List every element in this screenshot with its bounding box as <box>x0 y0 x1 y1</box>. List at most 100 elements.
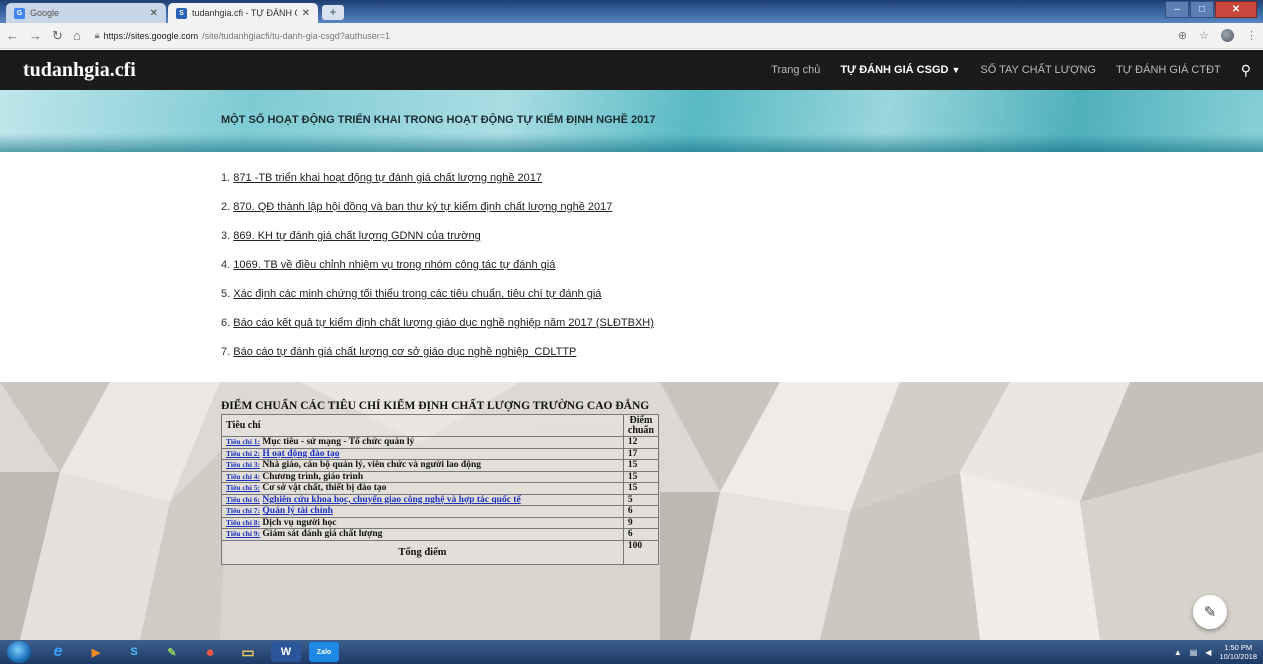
start-button[interactable] <box>7 641 31 663</box>
table-header-row: Tiêu chí Điểm chuẩn <box>221 414 660 437</box>
maximize-button[interactable]: □ <box>1190 1 1214 18</box>
criterion-code-link[interactable]: Tiêu chí 2: <box>226 449 260 458</box>
window-controls: – □ ✕ <box>1165 1 1257 18</box>
minimize-button[interactable]: – <box>1165 1 1189 18</box>
folder-icon[interactable]: ▭ <box>233 642 263 662</box>
item-number: 5. <box>221 288 231 300</box>
criterion-code-link[interactable]: Tiêu chí 8: <box>226 518 260 527</box>
windows-taskbar: e ▶ S ✎ ● ▭ W Zalo ▲ ▤ ◀ 1:50 PM 10/10/2… <box>0 640 1263 664</box>
pencil-icon: ✎ <box>1203 604 1217 621</box>
list-item: 5. Xác định các minh chứng tối thiểu tro… <box>221 288 654 317</box>
criterion-name: Chương trình, giáo trình <box>262 471 364 482</box>
criterion-name-link[interactable]: H oạt động đào tạo <box>262 449 339 459</box>
extension-icon[interactable] <box>1221 29 1234 42</box>
item-number: 6. <box>221 317 231 329</box>
criterion-code-link[interactable]: Tiêu chí 6: <box>226 495 260 504</box>
tab-title: Google <box>30 8 60 18</box>
document-link[interactable]: Báo cáo kết quả tự kiểm định chất lượng … <box>233 317 654 329</box>
criterion-cell: Tiêu chí 2: H oạt động đào tạo <box>221 447 624 460</box>
edit-button[interactable]: ✎ <box>1193 595 1227 629</box>
chrome-icon[interactable]: ● <box>195 642 225 662</box>
score-table-title: ĐIỂM CHUẨN CÁC TIÊU CHÍ KIỂM ĐỊNH CHẤT L… <box>221 400 650 412</box>
document-link[interactable]: 870. QĐ thành lập hội đồng và ban thư ký… <box>233 201 612 213</box>
document-link[interactable]: 1069. TB về điều chỉnh nhiệm vụ trong nh… <box>233 259 555 271</box>
zalo-icon[interactable]: Zalo <box>309 642 339 662</box>
criterion-name-link[interactable]: Quản lý tài chính <box>262 506 332 516</box>
nav-item-so-tay-chat-luong[interactable]: SỔ TAY CHẤT LƯỢNG <box>980 64 1096 76</box>
document-link[interactable]: Báo cáo tự đánh giá chất lượng cơ sở giá… <box>233 346 576 358</box>
criterion-code-link[interactable]: Tiêu chí 3: <box>226 460 260 469</box>
internet-explorer-icon[interactable]: e <box>43 642 73 662</box>
address-bar: ← → ↻ ⌂ 🔒︎ https://sites.google.com/site… <box>0 23 1263 49</box>
bookmark-star-icon[interactable]: ☆ <box>1199 29 1209 42</box>
nav-item-home[interactable]: Trang chủ <box>771 64 820 76</box>
total-label: Tổng điểm <box>221 539 624 565</box>
criterion-code-link[interactable]: Tiêu chí 1: <box>226 437 260 446</box>
document-link[interactable]: 871 -TB triển khai hoạt động tự đánh giá… <box>233 172 542 184</box>
score-table-section: ĐIỂM CHUẨN CÁC TIÊU CHÍ KIỂM ĐỊNH CHẤT L… <box>221 400 660 565</box>
site-logo[interactable]: tudanhgia.cfi <box>23 59 136 82</box>
tab-tudanhgia[interactable]: S tudanhgia.cfi - TỰ ĐÁNH GIÁ CS ✕ <box>168 3 318 23</box>
forward-icon[interactable]: → <box>29 28 42 43</box>
header-criterion: Tiêu chí <box>221 414 624 437</box>
table-row: Tiêu chí 2: H oạt động đào tạo 17 <box>221 447 660 460</box>
nav-item-tu-danh-gia-ctdt[interactable]: TỰ ĐÁNH GIÁ CTĐT <box>1116 64 1221 76</box>
criterion-code-link[interactable]: Tiêu chí 4: <box>226 472 260 481</box>
media-player-icon[interactable]: ▶ <box>81 642 111 662</box>
tab-google[interactable]: G Google ✕ <box>6 3 166 23</box>
url-path: /site/tudanhgiacfi/tu-danh-gia-csgd?auth… <box>202 30 390 41</box>
header-points: Điểm chuẩn <box>622 414 660 437</box>
home-icon[interactable]: ⌂ <box>73 28 81 43</box>
list-item: 3. 869. KH tự đánh giá chất lượng GDNN c… <box>221 230 654 259</box>
zoom-icon[interactable]: ⊕ <box>1178 29 1187 42</box>
document-link[interactable]: Xác định các minh chứng tối thiểu trong … <box>233 288 601 300</box>
close-window-button[interactable]: ✕ <box>1215 1 1257 18</box>
table-row: Tiêu chí 3: Nhà giáo, cán bộ quản lý, vi… <box>221 459 660 472</box>
google-favicon-icon: G <box>14 7 25 19</box>
document-link[interactable]: 869. KH tự đánh giá chất lượng GDNN của … <box>233 230 480 242</box>
menu-icon[interactable]: ⋮ <box>1246 29 1257 42</box>
clock-time: 1:50 PM <box>1224 643 1253 652</box>
criterion-code-link[interactable]: Tiêu chí 7: <box>226 506 260 515</box>
page-banner: MỘT SỐ HOẠT ĐỘNG TRIỂN KHAI TRONG HOẠT Đ… <box>0 90 1263 152</box>
criterion-name: Cơ sở vật chất, thiết bị đào tạo <box>262 483 387 494</box>
clock-date: 10/10/2018 <box>1219 652 1257 661</box>
item-number: 4. <box>221 259 231 271</box>
close-icon[interactable]: ✕ <box>150 8 158 19</box>
criterion-cell: Tiêu chí 1: Mục tiêu - sứ mạng - Tổ chức… <box>221 436 624 449</box>
lock-icon: 🔒︎ <box>94 30 100 40</box>
new-tab-button[interactable]: + <box>322 5 344 20</box>
top-navigation: Trang chủ TỰ ĐÁNH GIÁ CSGD ▼ SỔ TAY CHẤT … <box>771 62 1251 79</box>
points-cell: 6 <box>622 505 660 518</box>
tray-arrow-icon[interactable]: ▲ <box>1174 648 1182 657</box>
points-cell: 15 <box>622 459 660 472</box>
word-icon[interactable]: W <box>271 642 301 662</box>
criterion-code-link[interactable]: Tiêu chí 5: <box>226 483 260 492</box>
item-number: 7. <box>221 346 231 358</box>
clock[interactable]: 1:50 PM 10/10/2018 <box>1219 643 1257 661</box>
criterion-cell: Tiêu chí 8: Dịch vụ người học <box>221 516 624 529</box>
table-row: Tiêu chí 1: Mục tiêu - sứ mạng - Tổ chức… <box>221 436 660 449</box>
list-item: 6. Báo cáo kết quả tự kiểm định chất lượ… <box>221 317 654 346</box>
volume-icon[interactable]: ◀ <box>1205 648 1211 657</box>
criterion-code-link[interactable]: Tiêu chí 9: <box>226 529 260 538</box>
score-table: Tiêu chí Điểm chuẩn Tiêu chí 1: Mục tiêu … <box>221 414 660 565</box>
criterion-cell: Tiêu chí 3: Nhà giáo, cán bộ quản lý, vi… <box>221 459 624 472</box>
paint-icon[interactable]: ✎ <box>157 642 187 662</box>
skype-icon[interactable]: S <box>119 642 149 662</box>
points-cell: 9 <box>622 516 660 529</box>
criterion-name-link[interactable]: Nghiên cứu khoa học, chuyển giao công ng… <box>262 495 520 505</box>
url-field[interactable]: 🔒︎ https://sites.google.com/site/tudanhg… <box>95 30 1168 41</box>
search-icon[interactable]: ⚲ <box>1241 62 1251 79</box>
back-icon[interactable]: ← <box>6 28 19 43</box>
reload-icon[interactable]: ↻ <box>52 28 63 44</box>
close-icon[interactable]: ✕ <box>302 8 310 19</box>
item-number: 2. <box>221 201 231 213</box>
table-row: Tiêu chí 5: Cơ sở vật chất, thiết bị đào… <box>221 482 660 495</box>
taskbar-apps: e ▶ S ✎ ● ▭ W Zalo <box>43 642 339 662</box>
nav-item-tu-danh-gia-csgd[interactable]: TỰ ĐÁNH GIÁ CSGD ▼ <box>840 64 960 76</box>
network-icon[interactable]: ▤ <box>1190 648 1198 657</box>
points-cell: 5 <box>622 493 660 506</box>
table-row: Tiêu chí 4: Chương trình, giáo trình 15 <box>221 470 660 483</box>
nav-item-label: TỰ ĐÁNH GIÁ CSGD <box>840 64 949 76</box>
